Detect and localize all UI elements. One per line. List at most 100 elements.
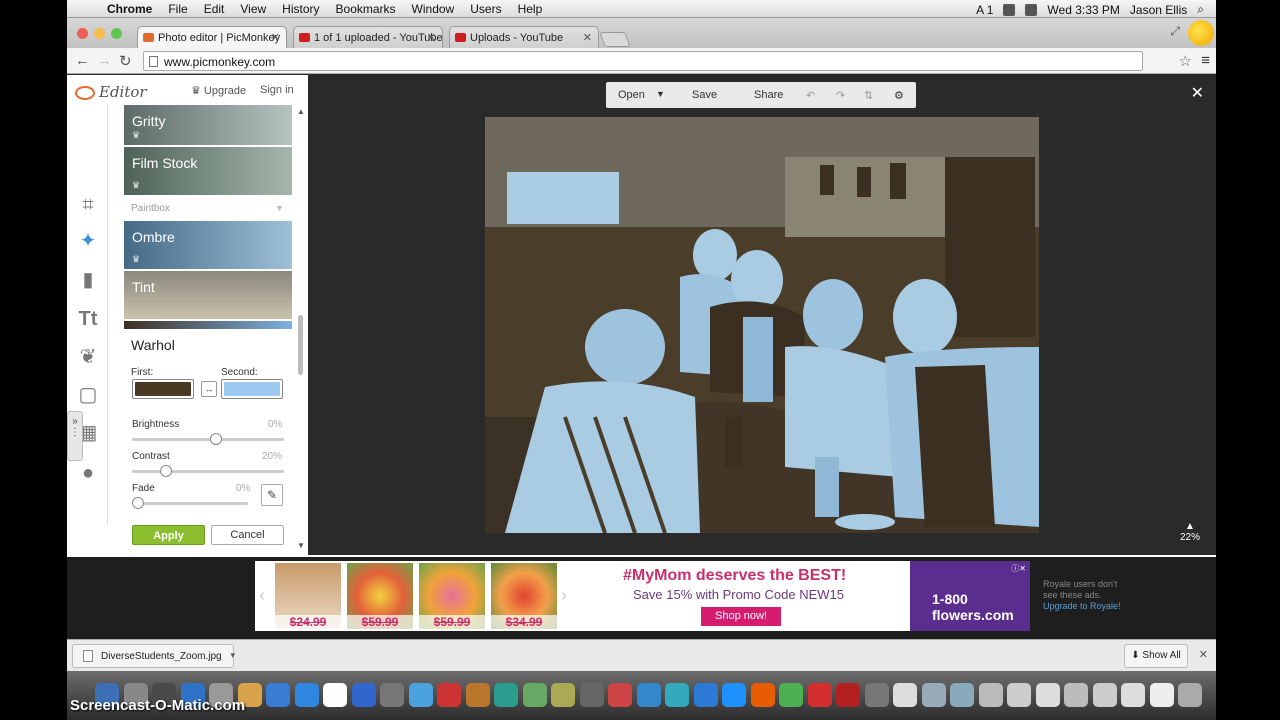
picmonkey-logo[interactable]: Editor xyxy=(75,83,147,101)
menu-edit[interactable]: Edit xyxy=(204,2,225,16)
new-tab-button[interactable] xyxy=(599,32,631,47)
show-all-button[interactable]: ⬇ Show All xyxy=(1124,644,1188,668)
menu-window[interactable]: Window xyxy=(412,2,455,16)
butterfly-icon[interactable]: ❦ xyxy=(76,345,100,369)
dock-app-icon[interactable] xyxy=(1121,683,1145,707)
apply-button[interactable]: Apply xyxy=(132,525,205,545)
dock-app-icon[interactable] xyxy=(836,683,860,707)
swap-colors-button[interactable]: ↔ xyxy=(201,381,217,397)
dock-app-icon[interactable] xyxy=(807,683,832,707)
share-button[interactable]: Share xyxy=(754,89,783,101)
clock[interactable]: Wed 3:33 PM xyxy=(1047,3,1119,17)
dock-app-icon[interactable] xyxy=(864,683,889,707)
drawer-handle[interactable]: » ⋮ xyxy=(67,411,83,461)
fullscreen-icon[interactable]: ⤢ xyxy=(1170,24,1180,39)
shop-now-button[interactable]: Shop now! xyxy=(701,607,781,626)
close-window-icon[interactable] xyxy=(77,28,88,39)
ad-product-4[interactable]: $34.99 xyxy=(491,563,557,629)
zoom-indicator[interactable]: ▲ 22% xyxy=(1180,521,1200,543)
menu-bookmarks[interactable]: Bookmarks xyxy=(336,2,396,16)
dock-app-icon[interactable] xyxy=(294,683,319,707)
undo-icon[interactable]: ↶ xyxy=(806,89,815,102)
menu-chrome[interactable]: Chrome xyxy=(107,2,152,16)
dock-app-icon[interactable] xyxy=(1149,683,1174,707)
menu-help[interactable]: Help xyxy=(518,2,543,16)
dock-app-icon[interactable] xyxy=(437,683,461,707)
history-icon[interactable]: ⇅ xyxy=(864,89,873,102)
dock-app-icon[interactable] xyxy=(1092,683,1117,707)
dock-app-icon[interactable] xyxy=(950,683,974,707)
menu-file[interactable]: File xyxy=(168,2,187,16)
effects-scrollbar[interactable]: ▲ ▼ xyxy=(297,105,305,550)
dock-app-icon[interactable] xyxy=(722,683,746,707)
scroll-thumb[interactable] xyxy=(298,315,303,375)
fade-knob[interactable] xyxy=(132,497,144,509)
fade-slider[interactable] xyxy=(132,497,248,509)
dock-app-icon[interactable] xyxy=(693,683,718,707)
dock-app-icon[interactable] xyxy=(921,683,946,707)
dock-app-icon[interactable] xyxy=(1064,683,1088,707)
ad-product-3[interactable]: $59.99 xyxy=(419,563,485,629)
effect-film-stock[interactable]: Film Stock ♛ xyxy=(124,147,292,195)
dock-app-icon[interactable] xyxy=(636,683,661,707)
contrast-knob[interactable] xyxy=(160,465,172,477)
tab-youtube-upload[interactable]: 1 of 1 uploaded - YouTube ✕ xyxy=(293,26,443,48)
bookmark-star-icon[interactable]: ☆ xyxy=(1179,52,1192,70)
edited-photo[interactable] xyxy=(485,117,1039,533)
effect-gritty[interactable]: Gritty ♛ xyxy=(124,105,292,145)
section-paintbox[interactable]: Paintbox ▼ xyxy=(124,201,292,219)
dock-app-icon[interactable] xyxy=(779,683,803,707)
paintbrush-icon[interactable]: ✎ xyxy=(261,484,283,506)
dock-app-icon[interactable] xyxy=(893,683,917,707)
menu-users[interactable]: Users xyxy=(470,2,501,16)
crop-icon[interactable]: ⌗ xyxy=(76,193,100,217)
dock-app-icon[interactable] xyxy=(408,683,433,707)
download-item[interactable]: DiverseStudents_Zoom.jpg ▾ xyxy=(72,644,235,668)
tab-youtube-uploads[interactable]: Uploads - YouTube ✕ xyxy=(449,26,599,48)
signin-link[interactable]: Sign in xyxy=(260,84,294,96)
wifi-icon[interactable] xyxy=(1003,3,1016,16)
effect-tint[interactable]: Tint xyxy=(124,271,292,319)
chrome-menu-icon[interactable]: ≡ xyxy=(1201,52,1210,69)
dock-app-icon[interactable] xyxy=(608,683,632,707)
dock-app-icon[interactable] xyxy=(750,683,775,707)
effect-ombre[interactable]: Ombre ♛ xyxy=(124,221,292,269)
menu-view[interactable]: View xyxy=(240,2,266,16)
dock-app-icon[interactable] xyxy=(665,683,689,707)
dock-app-icon[interactable] xyxy=(978,683,1003,707)
close-tab-icon[interactable]: ✕ xyxy=(427,31,436,44)
user-name[interactable]: Jason Ellis xyxy=(1130,3,1187,17)
scroll-down-icon[interactable]: ▼ xyxy=(297,541,305,550)
dock-app-icon[interactable] xyxy=(380,683,404,707)
open-button[interactable]: Open xyxy=(618,89,645,101)
contrast-slider[interactable] xyxy=(132,465,284,477)
close-tab-icon[interactable]: ✕ xyxy=(583,31,592,44)
upgrade-royale-link[interactable]: Upgrade to Royale! xyxy=(1043,601,1121,611)
first-color-swatch[interactable] xyxy=(132,379,194,399)
back-arrow-icon[interactable]: ← xyxy=(75,52,90,69)
forward-arrow-icon[interactable]: → xyxy=(97,52,112,69)
volume-icon[interactable] xyxy=(1025,3,1038,16)
magic-wand-icon[interactable]: ✦ xyxy=(76,229,100,253)
apple-theme-icon[interactable]: ● xyxy=(76,461,100,485)
ad-next-icon[interactable]: › xyxy=(561,585,567,606)
brightness-slider[interactable] xyxy=(132,433,284,445)
zoom-window-icon[interactable] xyxy=(111,28,122,39)
minimize-window-icon[interactable] xyxy=(94,28,105,39)
dock-app-icon[interactable] xyxy=(1178,683,1202,707)
scroll-up-icon[interactable]: ▲ xyxy=(297,107,305,116)
reload-icon[interactable]: ↻ xyxy=(119,52,132,70)
dock-app-icon[interactable] xyxy=(351,683,376,707)
download-menu-icon[interactable]: ▾ xyxy=(230,650,235,661)
ad-info-icon[interactable]: ⓘ✕ xyxy=(1011,563,1026,574)
dock-app-icon[interactable] xyxy=(579,683,604,707)
dock-app-icon[interactable] xyxy=(266,683,290,707)
lipstick-icon[interactable]: ▮ xyxy=(76,268,100,292)
address-bar[interactable]: www.picmonkey.com xyxy=(143,51,1143,71)
dock-app-icon[interactable] xyxy=(551,683,575,707)
tab-picmonkey[interactable]: Photo editor | PicMonkey ✕ xyxy=(137,26,287,48)
second-color-swatch[interactable] xyxy=(221,379,283,399)
close-tab-icon[interactable]: ✕ xyxy=(271,31,280,44)
save-button[interactable]: Save xyxy=(692,89,717,101)
flowers-ad[interactable]: ‹ $24.99 $59.99 $59.99 $34.99 › #MyMom d… xyxy=(255,561,1030,631)
